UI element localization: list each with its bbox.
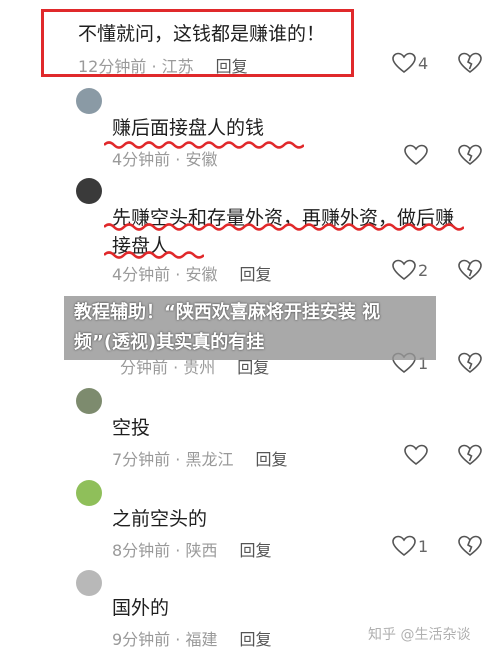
avatar[interactable] [76,388,102,414]
red-underline [104,223,464,231]
broken-heart-icon[interactable] [458,259,482,281]
highlight-box [41,9,354,77]
heart-icon[interactable] [404,144,428,166]
reply-button[interactable]: 回复 [255,450,287,469]
broken-heart-icon[interactable] [458,352,482,374]
overlay-banner: 教程辅助！“陕西欢喜麻将开挂安装 视频”(透视)其实真的有挂 [64,296,436,360]
comment-time: 8分钟前 · 陕西 [112,541,218,560]
watermark: 知乎 @生活杂谈 [368,627,471,643]
comment-meta: 4分钟前 · 安徽 回复 [112,261,271,285]
comment-text: 之前空头的 [112,508,208,530]
broken-heart-icon[interactable] [458,144,482,166]
red-underline [104,251,204,259]
avatar[interactable] [76,178,102,204]
comment-meta: 9分钟前 · 福建 回复 [112,626,271,650]
comment-meta: 4分钟前 · 安徽 [112,146,217,170]
heart-icon[interactable] [392,259,416,281]
reply-button[interactable]: 回复 [239,541,271,560]
like-count: 2 [418,261,429,280]
heart-icon[interactable] [404,444,428,466]
reply-button[interactable]: 回复 [239,630,271,649]
avatar[interactable] [76,480,102,506]
like-count: 1 [418,537,429,556]
banner-text: 教程辅助！“陕西欢喜麻将开挂安装 视频”(透视)其实真的有挂 [74,302,381,353]
reply-button[interactable]: 回复 [239,265,271,284]
comment-time: 9分钟前 · 福建 [112,630,218,649]
comment-time: 4分钟前 · 安徽 [112,150,218,169]
comment-text: 空投 [112,417,151,439]
comment-time: 4分钟前 · 安徽 [112,265,218,284]
comment-meta: 8分钟前 · 陕西 回复 [112,537,271,561]
heart-icon[interactable] [392,52,416,74]
comment-meta: 7分钟前 · 黑龙江 回复 [112,446,287,470]
comment-text: 赚后面接盘人的钱 [112,117,265,139]
comment-time: 分钟前 · 贵州 [120,358,216,377]
broken-heart-icon[interactable] [458,535,482,557]
avatar[interactable] [76,570,102,596]
broken-heart-icon[interactable] [458,444,482,466]
reply-button[interactable]: 回复 [237,358,269,377]
broken-heart-icon[interactable] [458,52,482,74]
comment-time: 7分钟前 · 黑龙江 [112,450,234,469]
avatar[interactable] [76,88,102,114]
like-count: 4 [418,54,429,73]
heart-icon[interactable] [392,535,416,557]
comment-text: 国外的 [112,597,170,619]
